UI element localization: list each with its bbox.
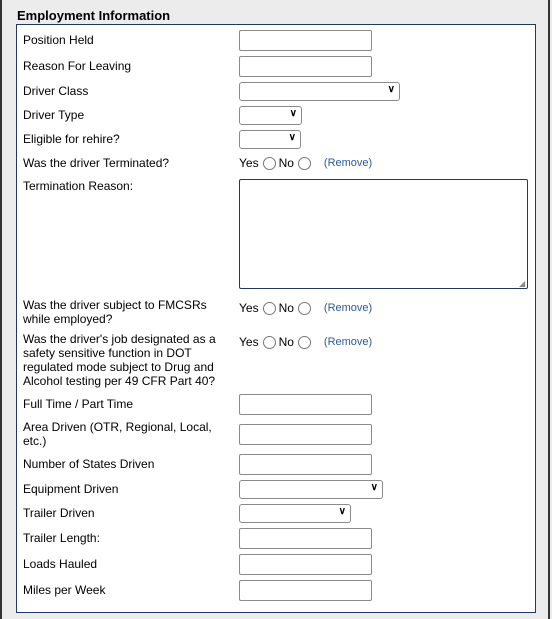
chevron-down-icon: ∨ <box>338 506 346 517</box>
miles-per-week-input[interactable] <box>239 580 372 601</box>
driver-type-select[interactable]: ∨ <box>239 106 302 125</box>
loads-hauled-label: Loads Hauled <box>23 557 98 571</box>
yes-label: Yes <box>239 156 259 170</box>
driver-class-label: Driver Class <box>23 84 89 98</box>
chevron-down-icon: ∨ <box>289 108 297 119</box>
fmcsr-radio-group: Yes No (Remove) <box>239 301 372 315</box>
reason-for-leaving-input[interactable] <box>239 56 372 77</box>
miles-per-week-label: Miles per Week <box>23 583 106 597</box>
trailer-length-label: Trailer Length: <box>23 531 100 545</box>
equipment-driven-label: Equipment Driven <box>23 482 119 496</box>
radio-yes[interactable] <box>262 156 276 170</box>
safety-sensitive-label: Was the driver's job designated as a saf… <box>23 332 216 388</box>
area-driven-label: Area Driven (OTR, Regional, Local, etc.) <box>23 420 212 448</box>
driver-class-select[interactable]: ∨ <box>239 82 400 101</box>
eligible-rehire-select[interactable]: ∨ <box>239 130 301 149</box>
termination-reason-label: Termination Reason: <box>23 179 134 193</box>
trailer-length-input[interactable] <box>239 528 372 549</box>
no-label: No <box>278 335 294 349</box>
remove-link[interactable]: (Remove) <box>324 302 372 314</box>
eligible-rehire-label: Eligible for rehire? <box>23 132 120 146</box>
terminated-label: Was the driver Terminated? <box>23 156 170 170</box>
yes-label: Yes <box>239 335 259 349</box>
full-part-time-label: Full Time / Part Time <box>23 397 134 411</box>
driver-type-label: Driver Type <box>23 108 85 122</box>
termination-reason-textarea[interactable] <box>239 179 528 289</box>
radio-no[interactable] <box>297 301 311 315</box>
section-title: Employment Information <box>17 8 171 23</box>
equipment-driven-select[interactable]: ∨ <box>239 480 383 499</box>
chevron-down-icon: ∨ <box>288 132 296 143</box>
position-held-input[interactable] <box>239 30 372 51</box>
states-driven-label: Number of States Driven <box>23 457 155 471</box>
area-driven-input[interactable] <box>239 424 372 445</box>
trailer-driven-select[interactable]: ∨ <box>239 504 351 523</box>
yes-label: Yes <box>239 301 259 315</box>
resize-grip-icon[interactable]: ◢ <box>519 279 551 618</box>
loads-hauled-input[interactable] <box>239 554 372 575</box>
radio-yes[interactable] <box>262 301 276 315</box>
no-label: No <box>278 301 294 315</box>
full-part-time-input[interactable] <box>239 394 372 415</box>
window-edge-left <box>0 0 2 619</box>
radio-no[interactable] <box>297 335 311 349</box>
states-driven-input[interactable] <box>239 454 372 475</box>
trailer-driven-label: Trailer Driven <box>23 506 95 520</box>
radio-no[interactable] <box>297 156 311 170</box>
chevron-down-icon: ∨ <box>370 482 378 493</box>
radio-yes[interactable] <box>262 335 276 349</box>
fmcsr-label: Was the driver subject to FMCSRs while e… <box>23 298 207 326</box>
reason-for-leaving-label: Reason For Leaving <box>23 59 132 73</box>
position-held-label: Position Held <box>23 33 94 47</box>
safety-sensitive-radio-group: Yes No (Remove) <box>239 335 372 349</box>
remove-link[interactable]: (Remove) <box>324 336 372 348</box>
chevron-down-icon: ∨ <box>387 84 395 95</box>
no-label: No <box>278 156 294 170</box>
remove-link[interactable]: (Remove) <box>324 157 372 169</box>
terminated-radio-group: Yes No (Remove) <box>239 156 372 170</box>
